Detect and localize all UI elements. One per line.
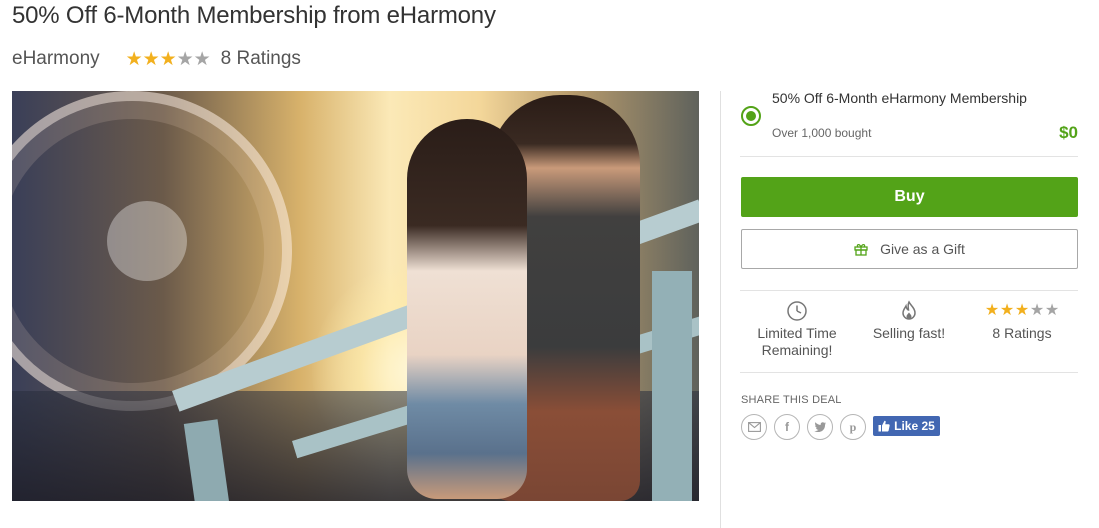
star-icon: ★ <box>193 48 211 70</box>
option-bought-count: Over 1,000 bought <box>772 126 872 140</box>
star-icon: ★ <box>1044 302 1060 319</box>
email-icon[interactable] <box>741 414 767 440</box>
deal-option[interactable]: 50% Off 6-Month eHarmony Membership Over… <box>740 88 1078 156</box>
star-icon: ★ <box>999 302 1015 319</box>
rating-stars[interactable]: ★ ★ ★ ★ ★ <box>126 50 211 69</box>
star-icon: ★ <box>1029 302 1045 319</box>
star-icon: ★ <box>1014 302 1030 319</box>
divider <box>740 156 1078 157</box>
divider <box>740 290 1078 291</box>
merchant-rating-row: eHarmony ★ ★ ★ ★ ★ 8 Ratings <box>12 46 301 72</box>
option-radio[interactable] <box>741 106 761 126</box>
ratings-count[interactable]: 8 Ratings <box>221 48 301 70</box>
flame-icon <box>902 300 916 320</box>
feature-label: 8 Ratings <box>992 325 1052 341</box>
star-icon: ★ <box>984 302 1000 319</box>
gift-icon <box>854 244 868 256</box>
rating-stars: ★ ★ ★ ★ ★ <box>985 300 1060 322</box>
facebook-like-button[interactable]: Like 25 <box>873 416 940 436</box>
facebook-icon[interactable]: f <box>774 414 800 440</box>
option-price: $0 <box>1059 123 1078 142</box>
star-icon: ★ <box>159 48 177 70</box>
buy-button[interactable]: Buy <box>741 177 1078 217</box>
twitter-icon[interactable] <box>807 414 833 440</box>
option-title: 50% Off 6-Month eHarmony Membership <box>772 90 1027 106</box>
star-icon: ★ <box>142 48 160 70</box>
clock-icon <box>787 301 807 321</box>
gift-button-label: Give as a Gift <box>880 241 965 257</box>
merchant-name[interactable]: eHarmony <box>12 48 100 70</box>
deal-title: 50% Off 6-Month Membership from eHarmony <box>12 2 496 29</box>
facebook-like-label: Like 25 <box>894 419 935 433</box>
feature-limited-time: Limited Time Remaining! <box>737 300 857 359</box>
feature-label: Limited Time Remaining! <box>757 325 837 358</box>
deal-image <box>12 91 699 501</box>
column-divider <box>720 91 721 528</box>
divider <box>740 372 1078 373</box>
feature-selling-fast: Selling fast! <box>849 300 969 342</box>
pinterest-icon[interactable]: p <box>840 414 866 440</box>
star-icon: ★ <box>176 48 194 70</box>
thumbs-up-icon <box>878 420 890 432</box>
gift-button[interactable]: Give as a Gift <box>741 229 1078 269</box>
share-label: SHARE THIS DEAL <box>741 394 842 406</box>
star-icon: ★ <box>125 48 143 70</box>
feature-ratings[interactable]: ★ ★ ★ ★ ★ 8 Ratings <box>962 300 1082 342</box>
feature-label: Selling fast! <box>872 325 946 341</box>
